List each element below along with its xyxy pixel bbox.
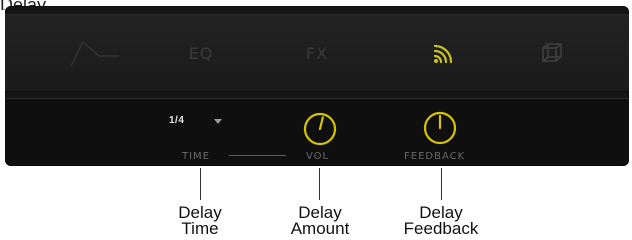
callout-line-time: [200, 168, 201, 200]
time-label: TIME: [182, 151, 211, 162]
tab-fx[interactable]: FX: [267, 15, 367, 91]
tab-delay[interactable]: [394, 15, 494, 91]
callout-time-line2: Time: [181, 219, 219, 238]
callout-line-feedback: [441, 168, 442, 200]
tab-bar: EQ FX: [5, 14, 629, 92]
tab-envelope[interactable]: [45, 15, 145, 91]
delay-waves-icon: [433, 44, 453, 64]
dropdown-arrow-icon[interactable]: [214, 119, 222, 124]
callout-amount-line2: Amount: [290, 219, 350, 238]
cube-icon: [542, 43, 562, 62]
tab-eq-label: EQ: [188, 43, 214, 63]
vol-knob[interactable]: [301, 110, 339, 148]
envelope-icon: [70, 40, 119, 67]
callout-line-amount: [319, 168, 320, 200]
vol-label: VOL: [306, 151, 330, 162]
tab-fx-label: FX: [305, 43, 329, 63]
feedback-label: FEEDBACK: [404, 151, 466, 162]
callout-delay-amount: Delay Amount: [276, 204, 364, 238]
tab-3d[interactable]: [502, 15, 602, 91]
callout-delay-time: Delay Time: [160, 204, 240, 238]
callout-delay-feedback: Delay Feedback: [393, 204, 489, 238]
callout-feedback-line2: Feedback: [403, 219, 479, 238]
tab-eq[interactable]: EQ: [151, 15, 251, 91]
time-vol-divider: [229, 155, 286, 156]
feedback-knob[interactable]: [421, 109, 459, 147]
